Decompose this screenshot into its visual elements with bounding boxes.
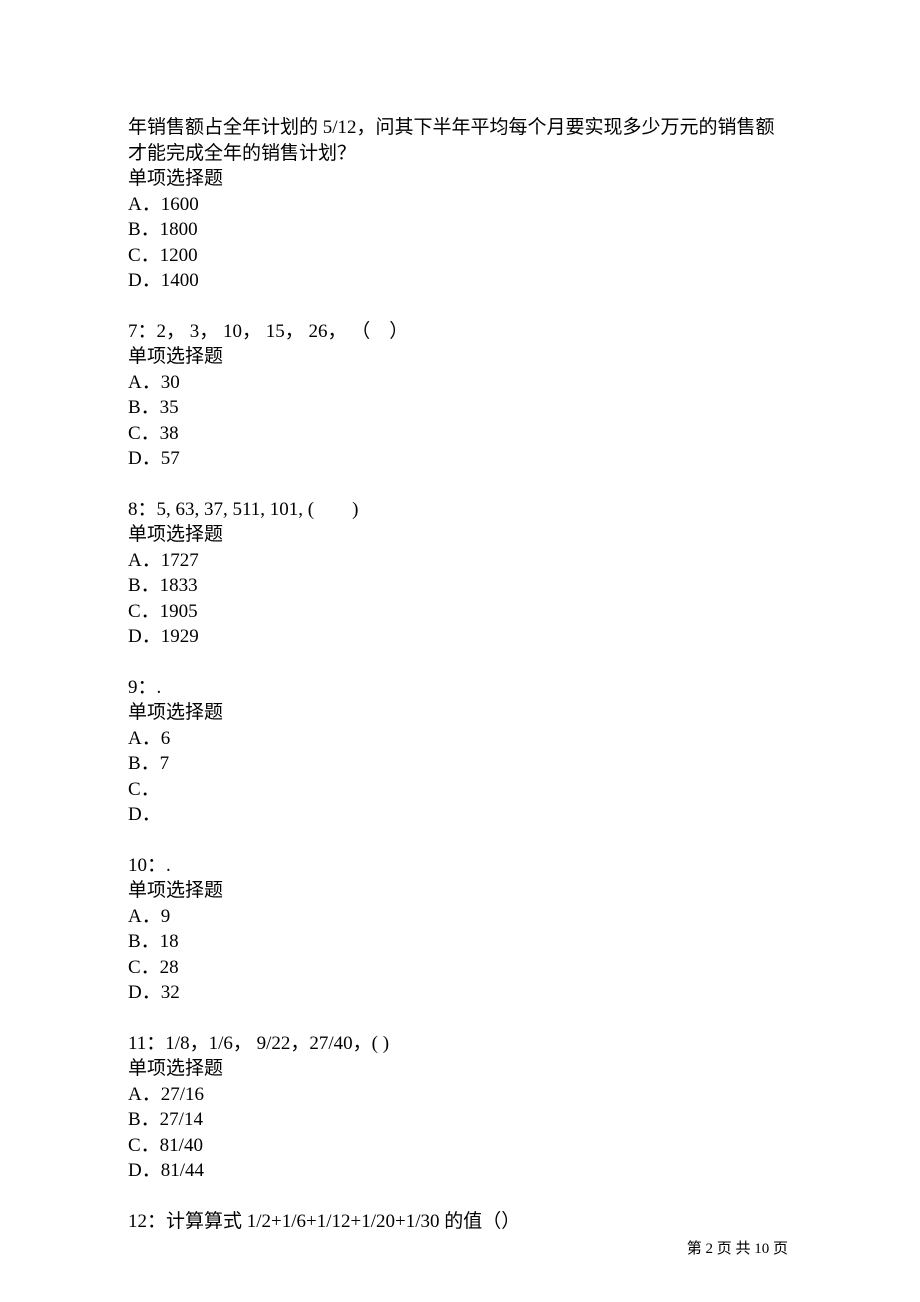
q11-option-b: B．27/14 [128,1107,792,1133]
q8-type: 单项选择题 [128,522,792,548]
page: 年销售额占全年计划的 5/12，问其下半年平均每个月要实现多少万元的销售额 才能… [0,0,920,1302]
q7-option-a: A．30 [128,370,792,396]
gap [128,1006,792,1031]
q8-option-c: C．1905 [128,599,792,625]
q8-title: 8：5, 63, 37, 511, 101, ( ) [128,497,792,523]
q10-option-d: D．32 [128,980,792,1006]
q6-option-c: C．1200 [128,243,792,269]
q11-option-c: C．81/40 [128,1133,792,1159]
q6-option-b: B．1800 [128,217,792,243]
q7-option-c: C．38 [128,421,792,447]
q9-option-a: A．6 [128,726,792,752]
q8-option-a: A．1727 [128,548,792,574]
q7-option-b: B．35 [128,395,792,421]
q9-option-d: D． [128,802,792,828]
q10-option-a: A．9 [128,904,792,930]
gap [128,650,792,675]
q7-type: 单项选择题 [128,344,792,370]
q6-option-d: D．1400 [128,268,792,294]
q10-title: 10：. [128,853,792,879]
gap [128,294,792,319]
q9-type: 单项选择题 [128,700,792,726]
intro-line-1: 年销售额占全年计划的 5/12，问其下半年平均每个月要实现多少万元的销售额 [128,115,792,141]
q11-option-d: D．81/44 [128,1158,792,1184]
intro-type: 单项选择题 [128,166,792,192]
q11-type: 单项选择题 [128,1056,792,1082]
q8-option-d: D．1929 [128,624,792,650]
content: 年销售额占全年计划的 5/12，问其下半年平均每个月要实现多少万元的销售额 才能… [128,115,792,1234]
q7-option-d: D．57 [128,446,792,472]
gap [128,828,792,853]
intro-line-2: 才能完成全年的销售计划？ [128,141,792,167]
q9-option-c: C． [128,777,792,803]
q10-type: 单项选择题 [128,878,792,904]
q8-option-b: B．1833 [128,573,792,599]
q9-option-b: B．7 [128,751,792,777]
q6-option-a: A．1600 [128,192,792,218]
q11-title: 11：1/8，1/6， 9/22，27/40，( ) [128,1031,792,1057]
q10-option-b: B．18 [128,929,792,955]
q12-title: 12：计算算式 1/2+1/6+1/12+1/20+1/30 的值（） [128,1209,792,1235]
gap [128,1184,792,1209]
q9-title: 9：. [128,675,792,701]
gap [128,472,792,497]
q7-title: 7：2， 3， 10， 15， 26， （ ） [128,319,792,345]
q11-option-a: A．27/16 [128,1082,792,1108]
q10-option-c: C．28 [128,955,792,981]
page-footer: 第 2 页 共 10 页 [687,1237,788,1263]
